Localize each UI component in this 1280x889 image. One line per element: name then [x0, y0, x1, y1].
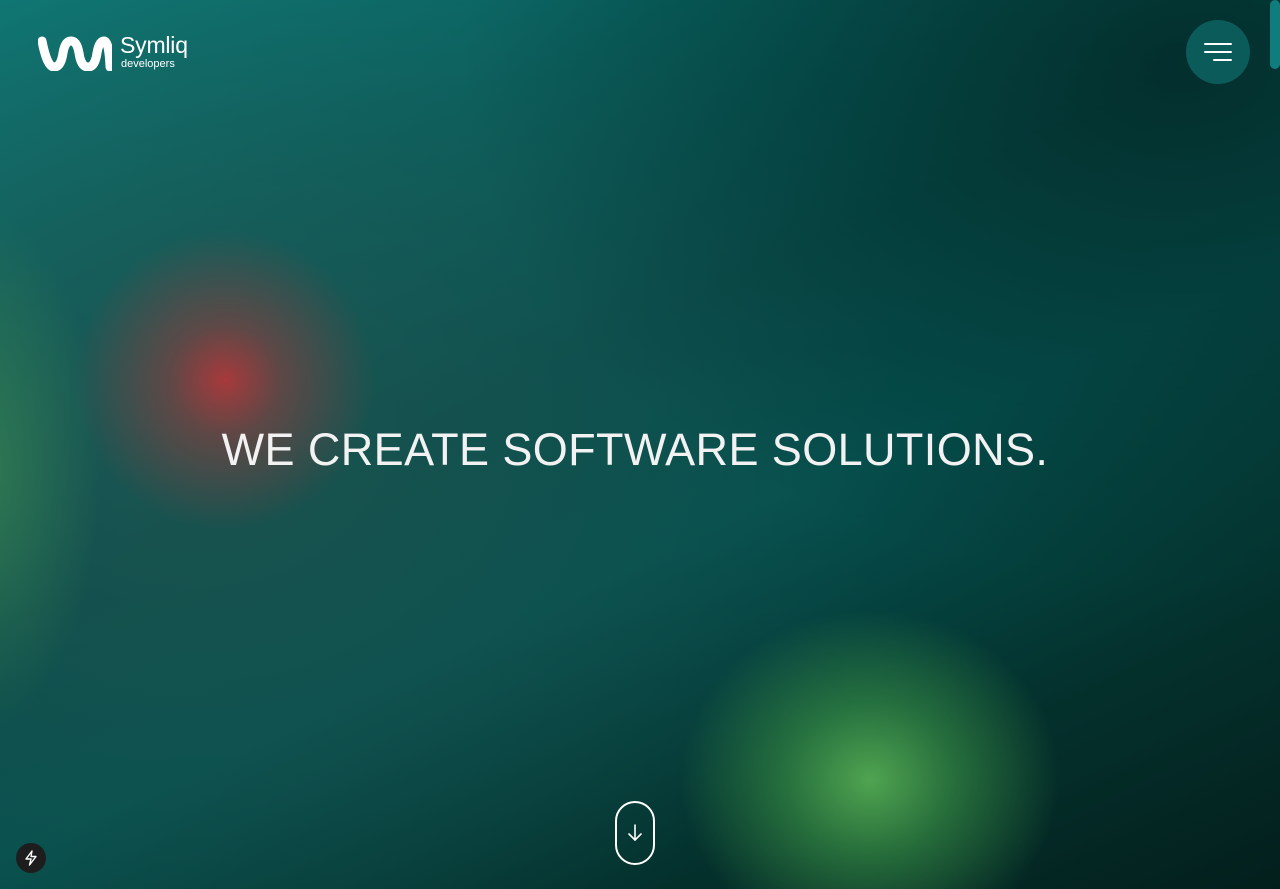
hero-section: Symliq developers WE CREATE SOFTWARE SOL… [0, 0, 1280, 889]
symliq-logo-icon [38, 36, 112, 71]
lightning-bolt-icon [25, 850, 37, 866]
menu-button[interactable] [1186, 20, 1250, 84]
scroll-down-button[interactable] [615, 801, 655, 865]
dev-tools-badge[interactable] [16, 843, 46, 873]
brand-logo-link[interactable]: Symliq developers [38, 33, 188, 71]
arrow-down-icon [628, 824, 642, 841]
hamburger-menu-icon [1204, 43, 1232, 61]
scrollbar-thumb[interactable] [1270, 0, 1280, 69]
scrollbar-track[interactable] [1269, 0, 1280, 889]
brand-subtitle: developers [121, 58, 175, 70]
hero-headline: WE CREATE SOFTWARE SOLUTIONS. [221, 424, 1049, 475]
brand-name: Symliq [120, 32, 188, 58]
